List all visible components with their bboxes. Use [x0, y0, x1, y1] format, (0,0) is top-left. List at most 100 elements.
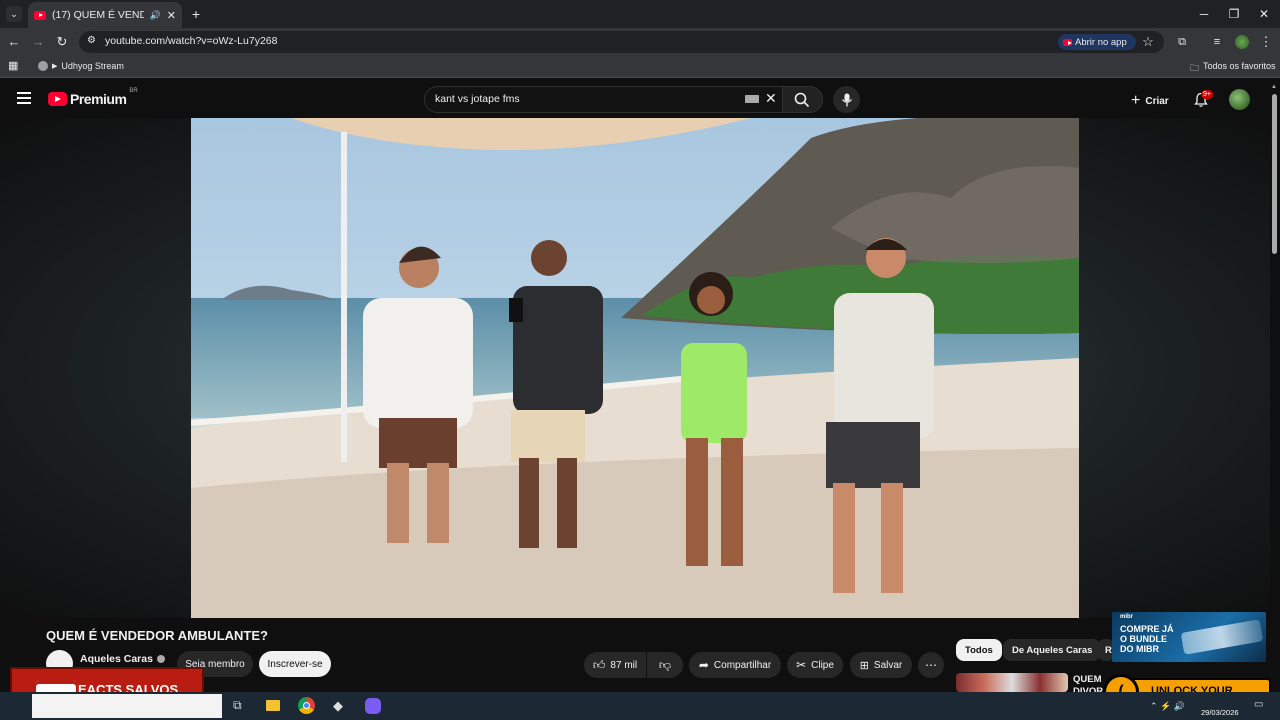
- save-label: Salvar: [873, 659, 903, 671]
- ad-line-3: DO MIBR: [1120, 644, 1159, 654]
- all-bookmarks-label: Todos os favoritos: [1203, 61, 1276, 71]
- active-tab[interactable]: (17) QUEM É VENDEDOR AMBULANTE? 🔊 ✕: [28, 2, 182, 28]
- taskbar-date: 29/03/2026: [1201, 708, 1239, 717]
- tab-search-button[interactable]: ⌄: [6, 6, 22, 22]
- ad-weapon-image: [1180, 619, 1264, 655]
- clip-button[interactable]: ✂ Clipe: [787, 652, 843, 678]
- search-input[interactable]: kant vs jotape fms: [435, 93, 520, 105]
- save-button[interactable]: ⊞ Salvar: [850, 652, 912, 678]
- ad-line-2: O BUNDLE: [1120, 634, 1167, 644]
- keyboard-icon[interactable]: [745, 95, 759, 103]
- video-title: QUEM É VENDEDOR AMBULANTE?: [46, 628, 268, 643]
- url-text: youtube.com/watch?v=oWz-Lu7y268: [105, 35, 278, 47]
- thumbs-down-icon: 👎︎: [658, 657, 672, 672]
- microphone-icon: [841, 93, 852, 106]
- media-controls-icon[interactable]: ≡: [1207, 32, 1227, 52]
- site-info-icon[interactable]: ⚙: [87, 35, 96, 46]
- open-in-app-button[interactable]: Abrir no app: [1058, 34, 1136, 50]
- create-button[interactable]: + Criar: [1131, 92, 1169, 110]
- taskbar-search-area[interactable]: [32, 694, 222, 718]
- forward-icon[interactable]: →: [28, 32, 48, 52]
- more-actions-button[interactable]: ⋯: [918, 652, 944, 678]
- recommended-title-line-1: QUEM: [1073, 674, 1102, 685]
- video-player[interactable]: [191, 118, 1079, 618]
- search-box[interactable]: kant vs jotape fms ✕: [424, 86, 823, 113]
- restore-button[interactable]: ❐: [1220, 4, 1248, 24]
- share-icon: ➦: [698, 658, 709, 672]
- like-button[interactable]: 👍︎ 87 mil: [584, 652, 646, 678]
- task-view-icon[interactable]: ⧉: [233, 698, 242, 713]
- system-tray-icons[interactable]: ⌃ ⚡ 🔊: [1150, 701, 1185, 712]
- filter-chip-channel[interactable]: De Aqueles Caras: [1003, 639, 1102, 661]
- chip-label: R: [1105, 644, 1112, 656]
- share-button[interactable]: ➦ Compartilhar: [689, 652, 781, 678]
- save-playlist-icon: ⊞: [859, 659, 869, 672]
- browser-tab-strip: ⌄ (17) QUEM É VENDEDOR AMBULANTE? 🔊 ✕ + …: [0, 0, 1280, 28]
- back-icon[interactable]: ←: [4, 32, 24, 52]
- channel-name-label: Aqueles Caras: [80, 653, 153, 665]
- bookmarks-bar: ▦ ▶ Udhyog Stream 🗀 Todos os favoritos: [0, 56, 1280, 78]
- app-diamond-icon[interactable]: ◆: [333, 698, 343, 714]
- hamburger-menu-icon[interactable]: [17, 92, 31, 104]
- file-explorer-icon[interactable]: [266, 700, 280, 711]
- bookmark-label: Udhyog Stream: [61, 61, 124, 71]
- ad-brand: mibr: [1120, 614, 1134, 620]
- youtube-logo[interactable]: Premium BR: [48, 88, 138, 107]
- youtube-play-icon: [48, 92, 67, 106]
- chrome-center-dot: [303, 702, 310, 709]
- scrollbar-thumb[interactable]: [1272, 94, 1277, 254]
- voice-search-button[interactable]: [833, 86, 860, 113]
- minimize-button[interactable]: ─: [1190, 4, 1218, 24]
- chip-label: Todos: [965, 644, 993, 656]
- open-in-app-label: Abrir no app: [1075, 36, 1127, 48]
- notification-badge: 9+: [1201, 90, 1213, 99]
- chrome-taskbar-icon[interactable]: [298, 697, 315, 714]
- apps-grid-icon[interactable]: ▦: [8, 59, 18, 72]
- profile-avatar[interactable]: [1235, 35, 1249, 49]
- filter-chip-all[interactable]: Todos: [956, 639, 1002, 661]
- mibr-ad-banner[interactable]: mibr COMPRE JÁ O BUNDLE DO MIBR: [1112, 612, 1266, 662]
- speaker-icon[interactable]: 🔊: [150, 10, 161, 21]
- new-tab-button[interactable]: +: [188, 5, 204, 23]
- recommended-thumbnail[interactable]: [956, 673, 1068, 692]
- discord-icon[interactable]: [365, 698, 381, 714]
- all-bookmarks-button[interactable]: 🗀 Todos os favoritos: [1190, 61, 1276, 77]
- windows-taskbar: ⧉ ◆ ⌃ ⚡ 🔊 29/03/2026 ▭: [0, 692, 1280, 720]
- reload-icon[interactable]: ↻: [52, 32, 72, 52]
- share-label: Compartilhar: [713, 659, 772, 671]
- account-avatar[interactable]: [1229, 89, 1250, 110]
- country-code: BR: [129, 88, 138, 94]
- scissors-icon: ✂: [796, 658, 807, 672]
- channel-name[interactable]: Aqueles Caras: [80, 653, 165, 665]
- notification-center-icon[interactable]: ▭: [1254, 699, 1263, 710]
- clear-search-icon[interactable]: ✕: [765, 90, 777, 107]
- dislike-button[interactable]: 👎︎: [647, 652, 683, 678]
- youtube-app-icon: [1063, 38, 1072, 46]
- bookmark-star-icon[interactable]: ☆: [1138, 32, 1158, 52]
- hamburger-middle-line: [17, 97, 31, 99]
- thumbs-up-icon: 👍︎: [592, 657, 606, 672]
- search-button[interactable]: [782, 86, 823, 113]
- close-window-button[interactable]: ✕: [1250, 4, 1278, 24]
- more-horizontal-icon: ⋯: [925, 658, 937, 672]
- tab-close-icon[interactable]: ✕: [167, 9, 176, 22]
- chrome-menu-icon[interactable]: ⋮: [1256, 32, 1276, 52]
- like-count: 87 mil: [610, 659, 638, 671]
- tab-title: (17) QUEM É VENDEDOR AMBULANTE?: [52, 9, 144, 21]
- ad-line-1: COMPRE JÁ: [1120, 624, 1174, 634]
- clip-label: Clipe: [811, 659, 834, 671]
- globe-icon: [38, 61, 48, 71]
- notifications-button[interactable]: 9+: [1193, 90, 1213, 110]
- subscribe-label: Inscrever-se: [267, 658, 323, 670]
- video-frame-image: [191, 118, 1079, 618]
- youtube-favicon-icon: [34, 10, 46, 20]
- extensions-icon[interactable]: ⧉: [1172, 32, 1192, 52]
- address-bar[interactable]: ⚙ youtube.com/watch?v=oWz-Lu7y268: [79, 31, 1164, 53]
- bookmark-udhyog-stream[interactable]: ▶ Udhyog Stream: [38, 61, 124, 71]
- chip-label: De Aqueles Caras: [1012, 644, 1093, 656]
- scroll-up-arrow[interactable]: ▲: [1271, 84, 1277, 90]
- search-icon: [794, 92, 810, 108]
- logo-text: Premium: [70, 91, 127, 107]
- subscribe-button[interactable]: Inscrever-se: [259, 651, 331, 677]
- folder-icon: 🗀: [1190, 63, 1200, 73]
